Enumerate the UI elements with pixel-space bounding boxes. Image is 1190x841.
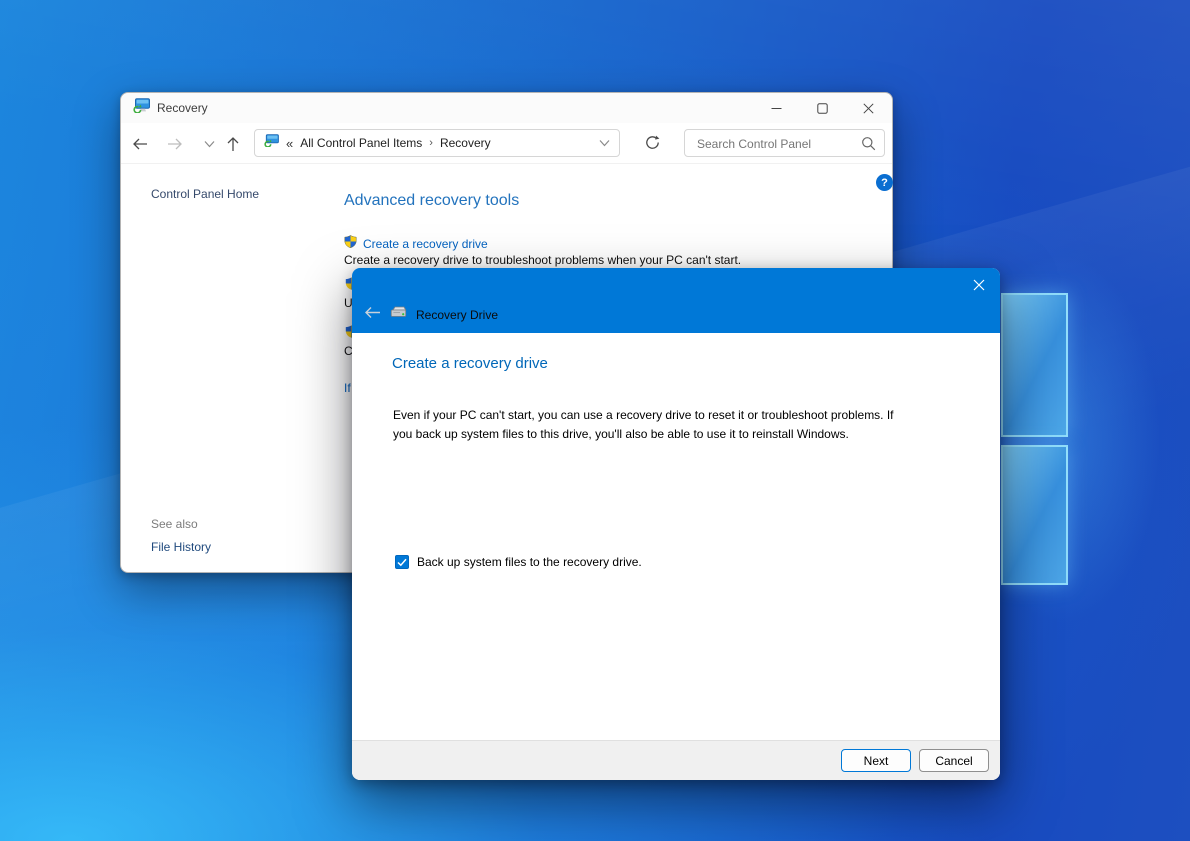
breadcrumb-overflow-chevrons[interactable]: « [286,136,293,151]
breadcrumb-root[interactable]: All Control Panel Items [300,136,422,150]
dialog-close-button[interactable] [963,272,995,298]
create-recovery-drive-row: Create a recovery drive [344,235,488,253]
nav-recent-chevron-icon[interactable] [200,135,218,153]
dialog-title-row: Recovery Drive [364,305,498,324]
sidebar-item-file-history[interactable]: File History [151,540,211,554]
navigation-bar: « All Control Panel Items › Recovery [121,123,892,164]
dialog-heading: Create a recovery drive [392,355,548,372]
dialog-body-text: Even if your PC can't start, you can use… [393,406,907,444]
search-icon [861,136,876,156]
recovery-app-icon-small [264,134,279,152]
nav-back-icon[interactable] [131,135,149,153]
address-bar[interactable]: « All Control Panel Items › Recovery [254,129,620,157]
dialog-titlebar[interactable]: Recovery Drive [352,268,1000,333]
search-input[interactable] [695,131,859,157]
address-dropdown-chevron-icon[interactable] [599,134,610,152]
help-label: ? [881,177,888,189]
sidebar-item-control-panel-home[interactable]: Control Panel Home [151,187,259,201]
backup-checkbox-row: Back up system files to the recovery dri… [395,555,642,569]
recovery-app-icon [133,98,150,118]
dialog-back-icon[interactable] [364,306,381,324]
breadcrumb-current[interactable]: Recovery [440,136,491,150]
recovery-drive-dialog: Recovery Drive Create a recovery drive E… [352,268,1000,780]
uac-shield-icon [344,235,357,253]
clipped-note-prefix: If [344,381,351,395]
minimize-button[interactable] [753,93,799,123]
breadcrumb-separator: › [429,137,433,149]
windows-logo-wallpaper [1001,293,1068,585]
refresh-icon[interactable] [645,135,663,153]
close-button[interactable] [845,93,891,123]
see-also-heading: See also [151,517,198,531]
cancel-button[interactable]: Cancel [919,749,989,772]
window-titlebar[interactable]: Recovery [121,93,892,123]
help-icon[interactable]: ? [876,174,893,191]
backup-checkbox-label[interactable]: Back up system files to the recovery dri… [417,555,642,569]
desktop: Recovery [0,0,1190,841]
window-controls [753,93,891,123]
backup-checkbox-checked[interactable] [395,555,409,569]
drive-icon [390,305,407,324]
create-recovery-drive-link[interactable]: Create a recovery drive [363,237,488,251]
nav-up-icon[interactable] [224,135,242,153]
window-title: Recovery [157,101,208,115]
search-box[interactable] [684,129,885,157]
page-title: Advanced recovery tools [344,192,519,210]
windows-logo-pane [1001,445,1068,585]
maximize-button[interactable] [799,93,845,123]
windows-logo-pane [1001,293,1068,437]
create-recovery-drive-description: Create a recovery drive to troubleshoot … [344,253,741,267]
nav-forward-icon[interactable] [166,135,184,153]
next-button[interactable]: Next [841,749,911,772]
dialog-footer: Next Cancel [352,740,1000,780]
dialog-title: Recovery Drive [416,308,498,322]
